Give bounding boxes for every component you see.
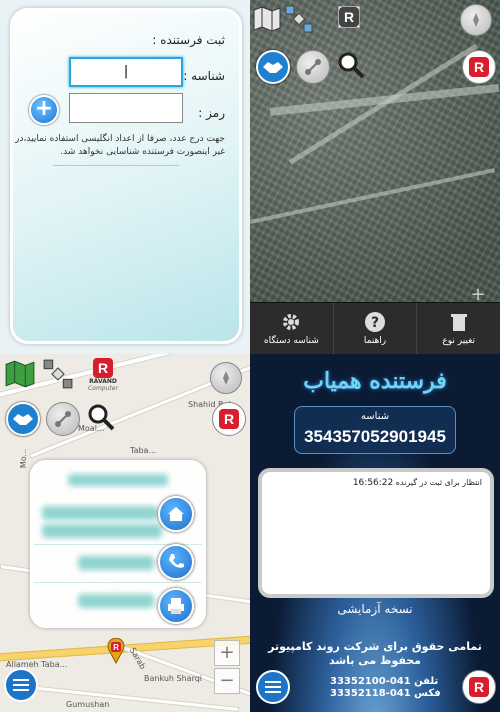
divider [34, 582, 202, 583]
search-button[interactable] [334, 48, 368, 82]
map-label: Mo... [19, 448, 29, 469]
compass-icon[interactable] [210, 362, 242, 394]
menu-icon [265, 681, 281, 683]
password-input[interactable] [69, 93, 183, 123]
id-label: شناسه : [183, 69, 225, 83]
log-message: انتظار برای ثبت در گیرنده [395, 478, 482, 487]
menu-icon [13, 679, 29, 681]
brand-button[interactable]: R [462, 50, 496, 84]
device-id-value: 35435705290194​5 [304, 427, 446, 446]
phone-button[interactable] [158, 544, 194, 580]
fax-icon [168, 598, 184, 614]
svg-text:?: ? [371, 315, 379, 331]
menu-button[interactable] [4, 668, 38, 702]
search-icon [338, 52, 365, 79]
satellite-map-panel: R R + شناسه دستگاه ? راهنما تغییر نوع [250, 0, 500, 354]
route-button[interactable] [296, 50, 330, 84]
registration-hint: جهت درج عدد، صرفا از اعداد انگلیسی استفا… [15, 134, 225, 157]
blurred-text [42, 524, 162, 538]
brand-button[interactable]: R [212, 402, 246, 436]
route-button[interactable] [46, 402, 80, 436]
street [19, 684, 240, 712]
phone-icon [169, 554, 184, 568]
map-label: Bankuh Sharqi [144, 674, 203, 683]
toolbar-label: تغییر نوع [442, 336, 475, 346]
search-icon [88, 404, 115, 431]
registration-panel: ثبت فرستنده : شناسه : | رمز : + جهت درج … [0, 0, 250, 354]
handshake-button[interactable] [256, 50, 290, 84]
zoom-in-button[interactable]: + [214, 640, 240, 666]
handshake-icon [13, 414, 33, 425]
street-map-panel: Shahid Bah... Moal... Mo... Taba... Alla… [0, 354, 250, 712]
device-id-label: شناسه [360, 411, 390, 422]
brand-logo: R [338, 6, 360, 28]
menu-button[interactable] [256, 670, 290, 704]
plus-icon: + [34, 96, 54, 121]
search-button[interactable] [84, 400, 118, 434]
zoom-out-button[interactable]: − [214, 668, 240, 694]
device-id-box: شناسه 35435705290194​5 [294, 406, 456, 454]
copyright-text: تمامی حقوق برای شرکت روند کامپیوتر محفوظ… [268, 640, 482, 667]
brand-logo-icon: R [219, 409, 239, 429]
brand-logo-icon: R [469, 677, 489, 697]
home-button[interactable] [158, 496, 194, 532]
toolbar-device-id[interactable]: شناسه دستگاه [250, 303, 333, 354]
map-icon[interactable] [4, 358, 36, 390]
home-icon [168, 507, 184, 521]
location-pin-icon[interactable]: R [106, 638, 126, 664]
map-label: Gumushan [66, 700, 110, 709]
satellite-icon [55, 411, 71, 427]
registration-card: ثبت فرستنده : شناسه : | رمز : + جهت درج … [10, 8, 242, 344]
registration-title: ثبت فرستنده : [152, 33, 225, 47]
handshake-icon [263, 62, 283, 73]
zoom-in-button[interactable]: + [466, 284, 490, 305]
help-icon: ? [365, 312, 385, 332]
map-icon[interactable] [252, 4, 282, 34]
bottom-toolbar: شناسه دستگاه ? راهنما تغییر نوع [250, 302, 500, 354]
device-info-panel: فرستنده همیاب شناسه 35435705290194​5 انت… [250, 354, 500, 712]
log-time: 16:56:22 [352, 478, 394, 488]
id-input[interactable]: | [69, 57, 183, 87]
blurred-text [78, 594, 154, 608]
satellite-icon[interactable] [42, 358, 74, 390]
toolbar-help[interactable]: ? راهنما [332, 303, 417, 354]
fax-button[interactable] [158, 588, 194, 624]
log-entry: انتظار برای ثبت در گیرنده 16:56:22 [349, 478, 482, 488]
contact-info: تلفن 041-33352100 فکس 041-33352118 [330, 676, 441, 700]
brand-logo-icon: R [469, 57, 489, 77]
status-log[interactable]: انتظار برای ثبت در گیرنده 16:56:22 [258, 468, 494, 598]
blurred-text [68, 474, 168, 486]
password-label: رمز : [198, 106, 225, 120]
satellite-icon [305, 59, 321, 75]
toolbar-change-type[interactable]: تغییر نوع [416, 303, 500, 354]
trash-icon [450, 314, 467, 331]
satellite-icon[interactable] [284, 4, 314, 34]
blurred-text [42, 506, 158, 520]
compass-icon[interactable] [460, 4, 492, 36]
fax-number: فکس 041-33352118 [330, 688, 441, 699]
svg-text:R: R [113, 643, 119, 652]
toolbar-label: راهنما [363, 336, 387, 346]
blurred-text [78, 556, 154, 570]
gear-icon [283, 314, 300, 330]
brand-button[interactable]: R [462, 670, 496, 704]
map-label: Taba... [130, 446, 157, 455]
divider [53, 165, 179, 166]
brand-logo-icon: R [93, 358, 113, 378]
handshake-button[interactable] [6, 402, 40, 436]
phone-number: تلفن 041-33352100 [330, 676, 439, 687]
add-sender-button[interactable]: + [29, 95, 59, 125]
app-title: فرستنده همیاب [303, 368, 447, 394]
map-label: Allameh Taba... [6, 660, 68, 669]
version-label: نسخه آزمایشی [337, 602, 413, 616]
brand-logo: R RAVAND Computer [88, 358, 118, 392]
toolbar-label: شناسه دستگاه [263, 336, 319, 346]
